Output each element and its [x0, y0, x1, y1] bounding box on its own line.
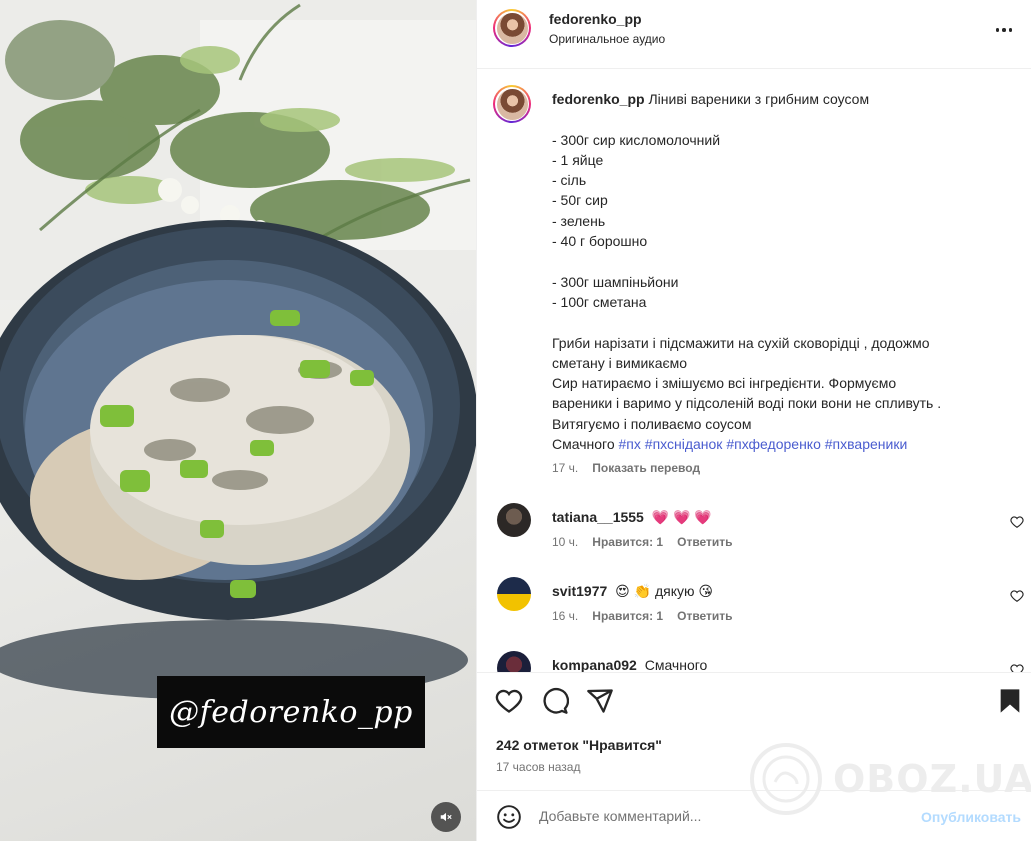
caption-meta: 17 ч. Показать перевод [552, 461, 700, 475]
caption-line: Сир натираємо і змішуємо всі інгредієнти… [552, 375, 897, 392]
caption-last-line: Смачного [552, 436, 615, 453]
caption-line: - 300г сир кисломолочний [552, 131, 721, 148]
comment-item: tatiana__1555 💗 💗 💗 10 ч. Нравится: 1 От… [477, 503, 1031, 563]
comment-icon[interactable] [541, 687, 569, 715]
more-options-button[interactable] [992, 18, 1016, 42]
caption-line: - 1 яйце [552, 151, 604, 168]
author-avatar[interactable] [493, 9, 531, 47]
hashtag-link[interactable]: #пхфедоренко [726, 436, 821, 452]
watermark-label: @fedorenko_pp [157, 676, 425, 748]
heart-icon[interactable] [495, 687, 523, 715]
likes-count[interactable]: 242 отметок "Нравится" [496, 737, 662, 753]
translate-button[interactable]: Показать перевод [592, 461, 700, 475]
comment-text: Смачного [644, 657, 708, 672]
caption-line: вареники і варимо у підсоленій воді поки… [552, 395, 942, 412]
oboz-logo-icon [750, 743, 822, 815]
hashtag-link[interactable]: #пх [619, 436, 641, 452]
mute-button[interactable] [431, 802, 461, 832]
comments-scroll-area[interactable]: fedorenko_pp Ліниві вареники з грибним с… [477, 69, 1031, 672]
caption-title: Ліниві вареники з грибним соусом [648, 91, 870, 107]
caption-time[interactable]: 17 ч. [552, 461, 578, 475]
hashtag-link[interactable]: #пхсніданок [645, 436, 723, 452]
speaker-muted-icon [440, 812, 452, 822]
caption-author-avatar[interactable] [493, 85, 531, 123]
post-media[interactable]: @fedorenko_pp [0, 0, 476, 841]
caption-line: - 300г шампіньйони [552, 273, 679, 290]
caption-line [552, 312, 1002, 332]
reply-button[interactable]: Ответить [677, 535, 732, 549]
more-horizontal-icon [995, 28, 1013, 32]
post-caption: fedorenko_pp Ліниві вареники з грибним с… [552, 89, 1002, 454]
commenter-username[interactable]: tatiana__1555 [552, 509, 644, 525]
watermark-text: @fedorenko_pp [169, 694, 413, 730]
post-time[interactable]: 17 часов назад [496, 760, 580, 774]
commenter-avatar[interactable] [497, 577, 531, 611]
post-sidebar: fedorenko_pp Оригинальное аудио fedorenk… [476, 0, 1031, 842]
comment-time: 10 ч. [552, 535, 579, 549]
caption-line: Гриби нарізати і підсмажити на сухій ско… [552, 334, 930, 351]
caption-line: - зелень [552, 212, 606, 229]
commenter-username[interactable]: svit1977 [552, 583, 607, 599]
heart-icon[interactable] [1010, 515, 1024, 529]
caption-username[interactable]: fedorenko_pp [552, 91, 645, 107]
caption-line: - 100г сметана [552, 293, 647, 310]
comment-meta: 16 ч. Нравится: 1 Ответить [552, 609, 733, 623]
comment-text: 😍 👏 дякую 😘 [615, 583, 713, 599]
caption-line: сметану і вимикаємо [552, 354, 688, 371]
comment-item: svit1977 😍 👏 дякую 😘 16 ч. Нравится: 1 О… [477, 577, 1031, 637]
oboz-watermark: OBOZ.UA [749, 742, 1031, 816]
reply-button[interactable]: Ответить [677, 609, 732, 623]
comment-item: kompana092 Смачного [477, 651, 1031, 672]
comment-likes[interactable]: Нравится: 1 [592, 609, 663, 623]
author-username[interactable]: fedorenko_pp [549, 11, 665, 27]
audio-label[interactable]: Оригинальное аудио [549, 32, 665, 46]
caption-line: - 50г сир [552, 192, 608, 209]
caption-line: Витягуємо і поливаємо соусом [552, 415, 752, 432]
bowl-with-dumplings [0, 220, 476, 700]
heart-icon[interactable] [1010, 589, 1024, 603]
commenter-username[interactable]: kompana092 [552, 657, 637, 672]
heart-icon[interactable] [1010, 663, 1024, 672]
caption-line: - 40 г борошно [552, 233, 648, 250]
oboz-brand-text: OBOZ.UA [833, 757, 1031, 801]
caption-line: - сіль [552, 172, 587, 189]
comment-meta: 10 ч. Нравится: 1 Ответить [552, 535, 733, 549]
send-icon[interactable] [586, 687, 614, 715]
comment-time: 16 ч. [552, 609, 579, 623]
commenter-avatar[interactable] [497, 651, 531, 672]
emoji-icon[interactable] [496, 804, 522, 830]
commenter-avatar[interactable] [497, 503, 531, 537]
bookmark-icon[interactable] [996, 687, 1024, 715]
comment-likes[interactable]: Нравится: 1 [592, 535, 663, 549]
hashtag-link[interactable]: #пхвареники [825, 436, 908, 452]
caption-line [552, 109, 1002, 129]
post-header: fedorenko_pp Оригинальное аудио [477, 0, 1031, 69]
caption-line [552, 251, 1002, 271]
comment-text: 💗 💗 💗 [651, 509, 712, 525]
